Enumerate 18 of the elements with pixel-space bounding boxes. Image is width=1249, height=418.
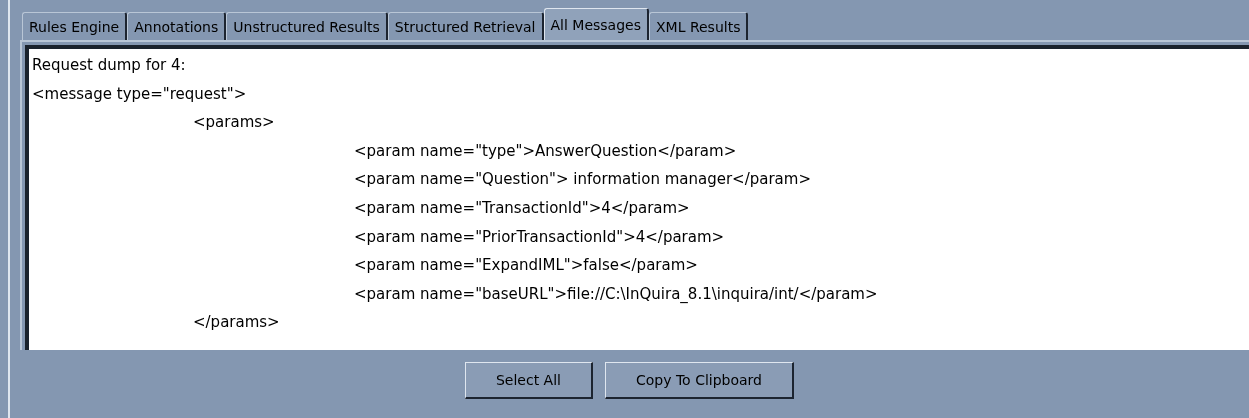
tab[interactable]: XML Results [649,12,749,40]
message-line: <param name="ExpandIML">false</param> [354,255,698,276]
tab[interactable]: Annotations [127,12,227,40]
message-line: <param name="type">AnswerQuestion</param> [354,140,737,161]
message-line: <param name="PriorTransactionId">4</param> [354,226,725,247]
message-line: <param name="TransactionId">4</param> [354,197,690,218]
message-line: <param name="baseURL">file://C:\InQuira_8.1\inquira/int/</param> [354,283,878,304]
tab[interactable]: Unstructured Results [226,12,388,40]
message-line: <message type="request"> [32,83,247,104]
message-line: <params> [193,112,275,133]
message-line: </params> [193,312,280,333]
message-line: <param name="Question"> information manager</param> [354,169,811,190]
tab[interactable]: All Messages [543,8,649,40]
message-line: Request dump for 4: [32,55,186,75]
tab[interactable]: Rules Engine [22,12,128,40]
tab[interactable]: Structured Retrieval [387,12,544,40]
action-button[interactable]: Copy To Clipboard [605,362,794,399]
action-button[interactable]: Select All [465,362,593,399]
